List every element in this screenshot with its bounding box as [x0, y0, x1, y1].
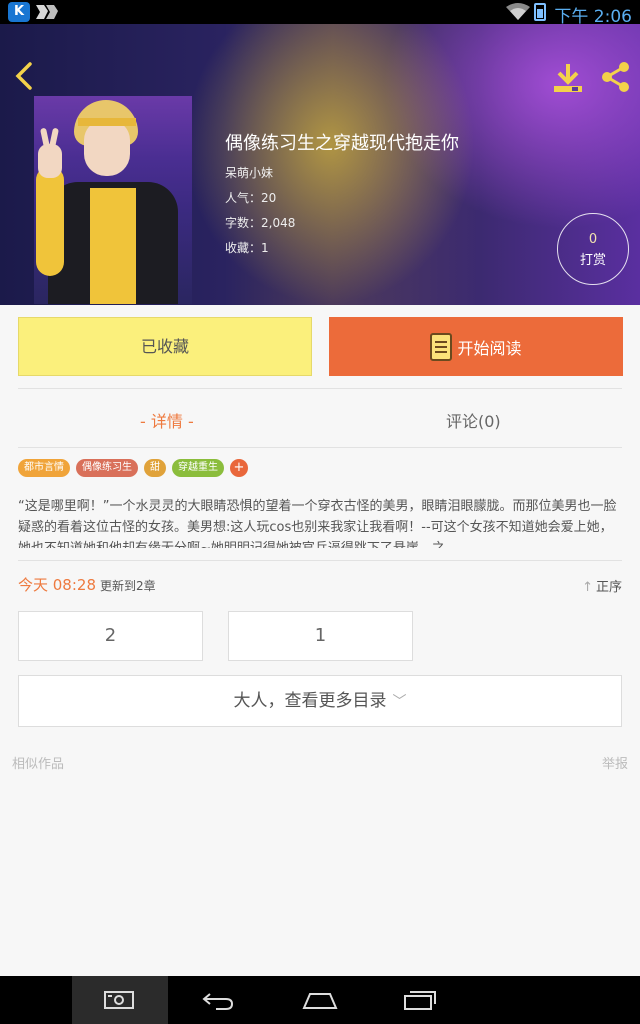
arrow-up-icon: ↑ — [582, 580, 593, 595]
home-icon[interactable] — [302, 988, 338, 1012]
share-icon[interactable] — [600, 60, 632, 94]
sort-order-button[interactable]: ↑ 正序 — [582, 576, 622, 595]
camera-icon[interactable] — [102, 988, 138, 1012]
back-icon[interactable] — [200, 988, 236, 1012]
divider — [18, 560, 622, 561]
tip-button[interactable]: 0 打赏 — [557, 213, 629, 285]
start-reading-button[interactable]: 开始阅读 — [329, 317, 623, 376]
tag-time-travel[interactable]: 穿越重生 — [172, 459, 224, 477]
divider — [18, 447, 622, 448]
tag-urban-romance[interactable]: 都市言情 — [18, 459, 70, 477]
book-word-count: 字数：2,048 — [225, 216, 296, 230]
tab-details[interactable]: - 详情 - — [140, 408, 194, 432]
report-link[interactable]: 举报 — [602, 753, 628, 772]
favorite-button[interactable]: 已收藏 — [18, 317, 312, 376]
recent-apps-icon[interactable] — [402, 988, 438, 1012]
app-k-icon: K — [8, 2, 30, 22]
book-cover-image — [34, 96, 192, 304]
notification-icon — [34, 3, 60, 21]
tip-count: 0 — [588, 232, 598, 247]
tag-list: 都市言情 偶像练习生 甜 穿越重生 + — [18, 459, 248, 477]
sort-label: 正序 — [595, 580, 622, 595]
download-icon[interactable] — [552, 60, 584, 94]
start-reading-label: 开始阅读 — [457, 338, 522, 358]
tag-idol-trainee[interactable]: 偶像练习生 — [76, 459, 138, 477]
similar-works-heading: 相似作品 — [12, 757, 65, 772]
tab-comments[interactable]: 评论(0) — [446, 408, 501, 432]
more-catalog-button[interactable]: 大人，查看更多目录 ﹀ — [18, 675, 622, 727]
book-popularity: 人气：20 — [225, 191, 277, 205]
book-description[interactable]: “这是哪里啊！”一个水灵灵的大眼睛恐惧的望着一个穿衣古怪的美男，眼睛泪眼朦胧。而… — [18, 496, 624, 548]
more-catalog-label: 大人，查看更多目录 — [233, 691, 387, 711]
update-message: 更新到2章 — [100, 579, 156, 593]
update-time: 今天 08:28 — [18, 576, 96, 594]
system-nav-bar — [0, 976, 640, 1024]
chapter-item[interactable]: 1 — [228, 611, 413, 661]
book-info: 偶像练习生之穿越现代抱走你 呆萌小妹 人气：20 字数：2,048 收藏：1 — [225, 132, 459, 256]
chapter-item[interactable]: 2 — [18, 611, 203, 661]
chevron-down-icon: ﹀ — [392, 694, 407, 710]
book-header: 偶像练习生之穿越现代抱走你 呆萌小妹 人气：20 字数：2,048 收藏：1 0… — [0, 24, 640, 305]
divider — [18, 388, 622, 389]
wifi-icon — [506, 3, 530, 21]
book-icon — [430, 332, 453, 361]
book-favorites: 收藏：1 — [225, 241, 269, 255]
book-author[interactable]: 呆萌小妹 — [225, 164, 459, 181]
update-info: 今天 08:28 更新到2章 — [18, 574, 156, 595]
status-bar: K 下午 2:06 — [0, 0, 640, 27]
chevron-left-icon[interactable] — [10, 58, 38, 94]
add-tag-button[interactable]: + — [230, 459, 248, 477]
battery-icon — [534, 3, 546, 21]
book-title: 偶像练习生之穿越现代抱走你 — [225, 133, 459, 154]
tag-sweet[interactable]: 甜 — [144, 459, 166, 477]
tip-label: 打赏 — [579, 253, 606, 268]
